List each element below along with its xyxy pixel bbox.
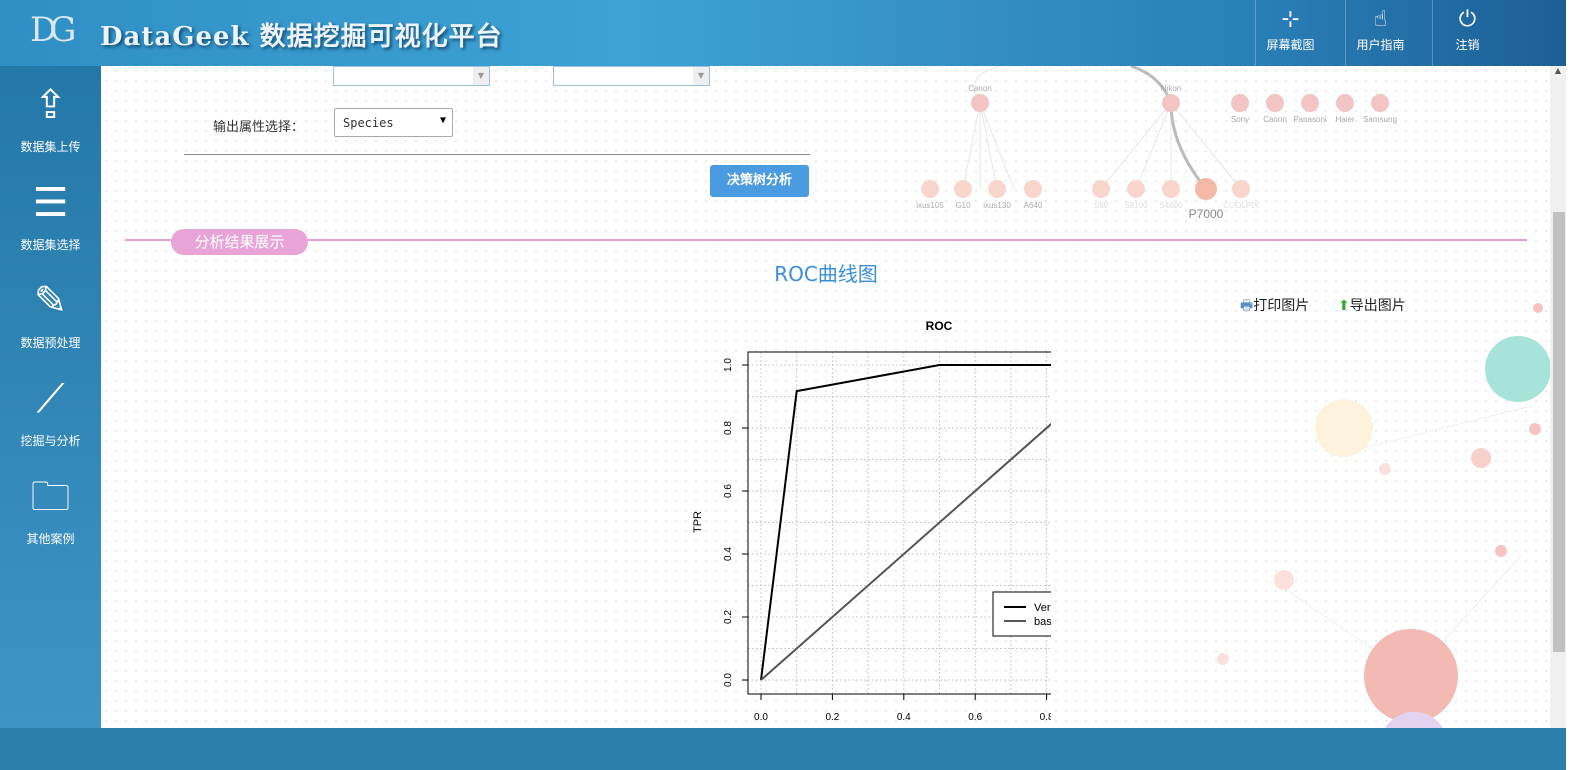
- sidebar-item-label: 数据集上传: [20, 140, 81, 154]
- folder-plus-icon: 🗀: [30, 474, 71, 520]
- roc-chart: ROC0.00.20.40.60.81.00.00.20.40.60.81.0T…: [692, 319, 1051, 723]
- tree-node-label: S4000: [1159, 201, 1183, 210]
- y-tick-label: 0.2: [723, 610, 734, 624]
- decision-tree-analyze-button[interactable]: 决策树分析: [710, 165, 809, 197]
- list-bubble-icon: [1364, 629, 1458, 723]
- tree-node-label: ixus130: [983, 201, 1011, 210]
- sidebar-item-label: 数据集选择: [20, 238, 81, 252]
- output-attribute-label: 输出属性选择：: [213, 120, 305, 135]
- y-tick-label: 0.6: [723, 484, 734, 498]
- sidebar-item-upload[interactable]: ⇪ 数据集上传: [0, 66, 101, 164]
- output-attribute-value: Species: [343, 116, 394, 130]
- decorative-tree: Canon Nikon Sony Canon Panasoni Haier Sa…: [916, 66, 1397, 221]
- tree-node-label: S80: [1094, 201, 1109, 210]
- sidebar-item-select[interactable]: ☰ 数据集选择: [0, 164, 101, 262]
- x-tick-label: 0.8: [1040, 712, 1051, 723]
- sidebar-item-cases[interactable]: 🗀 其他案例: [0, 458, 101, 556]
- attribute-select-1[interactable]: ▼: [333, 66, 490, 86]
- app-title: DataGeek 数据挖掘可视化平台: [100, 22, 503, 52]
- sidebar-item-preprocess[interactable]: ✎ 数据预处理: [0, 262, 101, 360]
- screenshot-label: 屏幕截图: [1266, 38, 1315, 52]
- tree-node-label: ixus105: [916, 201, 944, 210]
- x-tick-label: 0.4: [897, 712, 911, 723]
- logo: DG: [30, 10, 76, 50]
- tree-node-label: Canon: [1263, 115, 1287, 124]
- main-content: ▼ ▼ 输出属性选择： Species ▼ 决策树分析 Canon Nikon S…: [101, 66, 1550, 728]
- chart-line-icon: ⟋: [36, 376, 65, 422]
- chevron-down-icon: ▼: [439, 115, 446, 126]
- vertical-scrollbar[interactable]: ▲: [1550, 66, 1566, 728]
- tree-node-label: Haier: [1335, 115, 1354, 124]
- legend-label: baseline: [1034, 616, 1051, 628]
- screenshot-icon: ⊹: [1281, 7, 1300, 32]
- tree-node-label: Samsung: [1363, 115, 1397, 124]
- tree-node-label: COOLPIX: [1223, 201, 1259, 210]
- y-tick-label: 0.8: [723, 421, 734, 435]
- sidebar-item-label: 挖掘与分析: [20, 434, 81, 448]
- sidebar: ⇪ 数据集上传 ☰ 数据集选择 ✎ 数据预处理 ⟋ 挖掘与分析 🗀 其他案例: [0, 66, 101, 728]
- x-tick-label: 0.6: [968, 712, 982, 723]
- scroll-up-icon[interactable]: ▲: [1550, 66, 1566, 75]
- x-tick-label: 0.2: [825, 712, 839, 723]
- tree-node-label: Panasoni: [1293, 115, 1327, 124]
- chart-heading: ROC曲线图: [774, 262, 878, 286]
- tree-node-label: A640: [1024, 201, 1043, 210]
- list-icon: ☰: [32, 180, 69, 226]
- x-tick-label: 0.0: [754, 712, 768, 723]
- app-header: DG DataGeek 数据挖掘可视化平台 ⊹ 屏幕截图 ☝ 用户指南 ⏻ 注销: [0, 0, 1566, 66]
- power-icon: ⏻: [1458, 7, 1477, 32]
- scrollbar-thumb[interactable]: [1553, 212, 1565, 652]
- logout-button[interactable]: ⏻ 注销: [1432, 0, 1502, 66]
- tree-node-label: G10: [955, 201, 971, 210]
- tree-node-label: Sony: [1231, 115, 1249, 124]
- y-axis-label: TPR: [692, 511, 704, 533]
- edit-icon: ✎: [33, 278, 68, 324]
- hand-pointer-icon: ☝: [1373, 7, 1388, 32]
- user-guide-button[interactable]: ☝ 用户指南: [1345, 0, 1415, 66]
- footer-bar: [0, 728, 1566, 770]
- tree-node-label: Nikon: [1161, 84, 1181, 93]
- attribute-select-2[interactable]: ▼: [553, 66, 710, 86]
- chart-title: ROC: [926, 319, 953, 333]
- tree-node-label: Canon: [968, 84, 992, 93]
- chevron-down-icon: ▼: [473, 67, 489, 85]
- y-tick-label: 0.0: [723, 673, 734, 687]
- sidebar-item-label: 数据预处理: [20, 336, 81, 350]
- tree-node-label: S8100: [1124, 201, 1148, 210]
- y-tick-label: 1.0: [723, 358, 734, 372]
- sidebar-item-label: 其他案例: [26, 532, 75, 546]
- output-attribute-select[interactable]: Species ▼: [334, 108, 453, 137]
- divider: [184, 154, 810, 155]
- upload-icon: ⇪: [33, 82, 68, 128]
- chart-bubble-icon: [1485, 336, 1550, 402]
- sidebar-item-mining[interactable]: ⟋ 挖掘与分析: [0, 360, 101, 458]
- logout-label: 注销: [1455, 38, 1480, 52]
- user-guide-label: 用户指南: [1356, 38, 1405, 52]
- decorative-bubbles: [1217, 303, 1550, 728]
- legend-box: [992, 591, 1051, 637]
- tree-node-label: P7000: [1189, 207, 1224, 221]
- chevron-down-icon: ▼: [693, 67, 709, 85]
- legend-label: Versicolor: [1034, 602, 1051, 614]
- screenshot-button[interactable]: ⊹ 屏幕截图: [1255, 0, 1325, 66]
- y-tick-label: 0.4: [723, 547, 734, 561]
- section-divider: [125, 239, 1527, 241]
- section-label: 分析结果展示: [171, 229, 308, 255]
